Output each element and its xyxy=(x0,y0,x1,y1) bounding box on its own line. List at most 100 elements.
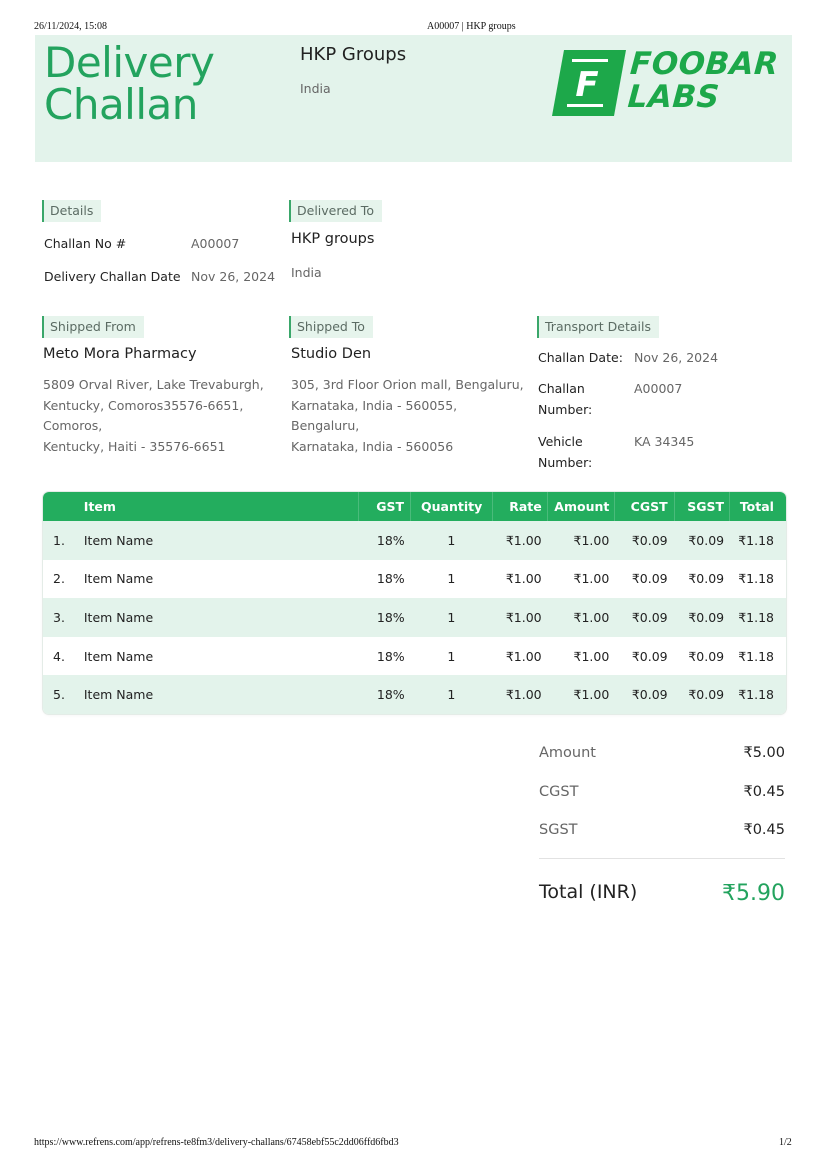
cell-amount: ₹1.00 xyxy=(573,648,610,664)
cell-row-number: 5. xyxy=(53,687,65,703)
cell-quantity: 1 xyxy=(447,532,456,548)
cell-rate: ₹1.00 xyxy=(505,687,542,703)
shipped-to-name: Studio Den xyxy=(291,346,372,362)
cell-cgst: ₹0.09 xyxy=(631,571,668,587)
cell-gst-rate: 18% xyxy=(376,532,405,548)
table-header: Item GST Quantity Rate Amount CGST SGST … xyxy=(43,492,786,521)
vehicle-number-value: KA 34345 xyxy=(634,434,695,449)
label-line: Number: xyxy=(538,402,593,417)
cell-amount: ₹1.00 xyxy=(573,687,610,703)
logo-letter: F xyxy=(575,65,598,105)
transport-challan-number-label: Challan Number: xyxy=(538,378,592,420)
cell-row-total: ₹1.18 xyxy=(738,609,774,625)
shipped-from-tag: Shipped From xyxy=(42,316,144,338)
col-header-gst: GST xyxy=(358,492,410,521)
cell-gst-rate: 18% xyxy=(376,687,405,703)
summary-divider xyxy=(539,858,785,859)
cell-gst-rate: 18% xyxy=(376,609,405,625)
logo-wordmark: FOOBAR LABS xyxy=(627,46,780,115)
summary-amount-value: ₹5.00 xyxy=(743,745,785,761)
table-row: 3. Item Name 18% 1 ₹1.00 ₹1.00 ₹0.09 ₹0.09 ₹1.18 xyxy=(43,598,786,637)
label-line: Vehicle xyxy=(538,434,583,449)
cell-item-name: Item Name xyxy=(83,532,154,548)
vehicle-number-label: Vehicle Number: xyxy=(538,431,592,473)
foobar-f-logo-icon: F xyxy=(552,50,626,116)
cell-sgst: ₹0.09 xyxy=(688,609,725,625)
transport-details-tag: Transport Details xyxy=(537,316,659,338)
items-table: Item GST Quantity Rate Amount CGST SGST … xyxy=(43,492,786,714)
col-header-quantity: Quantity xyxy=(410,492,492,521)
transport-challan-date-value: Nov 26, 2024 xyxy=(634,350,719,365)
cell-cgst: ₹0.09 xyxy=(631,687,668,703)
cell-amount: ₹1.00 xyxy=(573,571,610,587)
label-line: Number: xyxy=(538,455,593,470)
cell-quantity: 1 xyxy=(447,687,456,703)
delivered-to-name: HKP groups xyxy=(291,231,375,247)
table-row: 4. Item Name 18% 1 ₹1.00 ₹1.00 ₹0.09 ₹0.09 ₹1.18 xyxy=(43,636,786,676)
shipped-to-address: 305, 3rd Floor Orion mall, Bengaluru, Ka… xyxy=(291,377,524,455)
summary-cgst-label: CGST xyxy=(539,784,579,800)
cell-rate: ₹1.00 xyxy=(505,532,542,548)
table-body: 1. Item Name 18% 1 ₹1.00 ₹1.00 ₹0.09 ₹0.09 ₹1.18… xyxy=(43,521,786,714)
challan-date-value: Nov 26, 2024 xyxy=(191,269,276,284)
cell-item-name: Item Name xyxy=(83,571,154,587)
cell-cgst: ₹0.09 xyxy=(631,532,668,548)
cell-sgst: ₹0.09 xyxy=(688,571,725,587)
company-logo: F FOOBAR LABS xyxy=(552,46,782,118)
cell-item-name: Item Name xyxy=(83,648,154,664)
cell-rate: ₹1.00 xyxy=(505,571,542,587)
cell-row-total: ₹1.18 xyxy=(738,687,774,703)
summary-cgst-value: ₹0.45 xyxy=(743,784,785,800)
grand-total-label: Total (INR) xyxy=(539,881,638,903)
print-datetime: 26/11/2024, 15:08 xyxy=(34,21,107,32)
cell-amount: ₹1.00 xyxy=(573,532,610,548)
summary-sgst-label: SGST xyxy=(539,822,578,838)
summary-sgst-value: ₹0.45 xyxy=(743,822,785,838)
col-header-sgst: SGST xyxy=(673,492,729,521)
col-header-total: Total xyxy=(729,492,786,521)
print-title: A00007 | HKP groups xyxy=(427,21,516,32)
cell-amount: ₹1.00 xyxy=(573,609,610,625)
cell-sgst: ₹0.09 xyxy=(688,532,725,548)
col-header-item: Item xyxy=(83,499,116,514)
cell-cgst: ₹0.09 xyxy=(631,609,668,625)
delivered-to-country: India xyxy=(291,265,322,280)
cell-row-total: ₹1.18 xyxy=(738,571,774,587)
challan-no-value: A00007 xyxy=(191,236,240,251)
document-title: Delivery Challan xyxy=(44,42,215,129)
challan-no-label: Challan No # xyxy=(44,236,127,251)
label-line: Challan xyxy=(538,381,585,396)
challan-date-label: Delivery Challan Date xyxy=(44,269,181,284)
cell-quantity: 1 xyxy=(447,571,456,587)
delivered-to-tag: Delivered To xyxy=(289,200,382,222)
shipped-from-address: 5809 Orval River, Lake Trevaburgh, Kentu… xyxy=(43,377,264,455)
table-row: 1. Item Name 18% 1 ₹1.00 ₹1.00 ₹0.09 ₹0.09 ₹1.18 xyxy=(43,521,786,560)
cell-item-name: Item Name xyxy=(83,687,154,703)
cell-row-total: ₹1.18 xyxy=(738,648,774,664)
print-page-number: 1/2 xyxy=(779,1137,792,1148)
document-title-line2: Challan xyxy=(44,80,198,129)
cell-rate: ₹1.00 xyxy=(505,648,542,664)
details-tag: Details xyxy=(42,200,102,222)
cell-row-number: 1. xyxy=(53,532,65,548)
shipped-to-tag: Shipped To xyxy=(289,316,373,338)
print-url: https://www.refrens.com/app/refrens-te8f… xyxy=(34,1137,399,1148)
cell-row-number: 4. xyxy=(53,648,65,664)
grand-total-value: ₹5.90 xyxy=(722,881,785,906)
col-header-cgst: CGST xyxy=(614,492,673,521)
table-row: 2. Item Name 18% 1 ₹1.00 ₹1.00 ₹0.09 ₹0.09 ₹1.18 xyxy=(43,559,786,599)
company-name: HKP Groups xyxy=(300,44,407,65)
cell-row-number: 2. xyxy=(53,571,65,587)
cell-sgst: ₹0.09 xyxy=(688,687,725,703)
cell-quantity: 1 xyxy=(447,609,456,625)
logo-line1: FOOBAR xyxy=(628,46,780,82)
cell-rate: ₹1.00 xyxy=(505,609,542,625)
cell-quantity: 1 xyxy=(447,648,456,664)
cell-row-total: ₹1.18 xyxy=(738,532,774,548)
transport-challan-date-label: Challan Date: xyxy=(538,350,623,365)
col-header-amount: Amount xyxy=(546,492,615,521)
cell-gst-rate: 18% xyxy=(376,648,405,664)
cell-item-name: Item Name xyxy=(83,609,154,625)
cell-cgst: ₹0.09 xyxy=(631,648,668,664)
cell-gst-rate: 18% xyxy=(376,571,405,587)
